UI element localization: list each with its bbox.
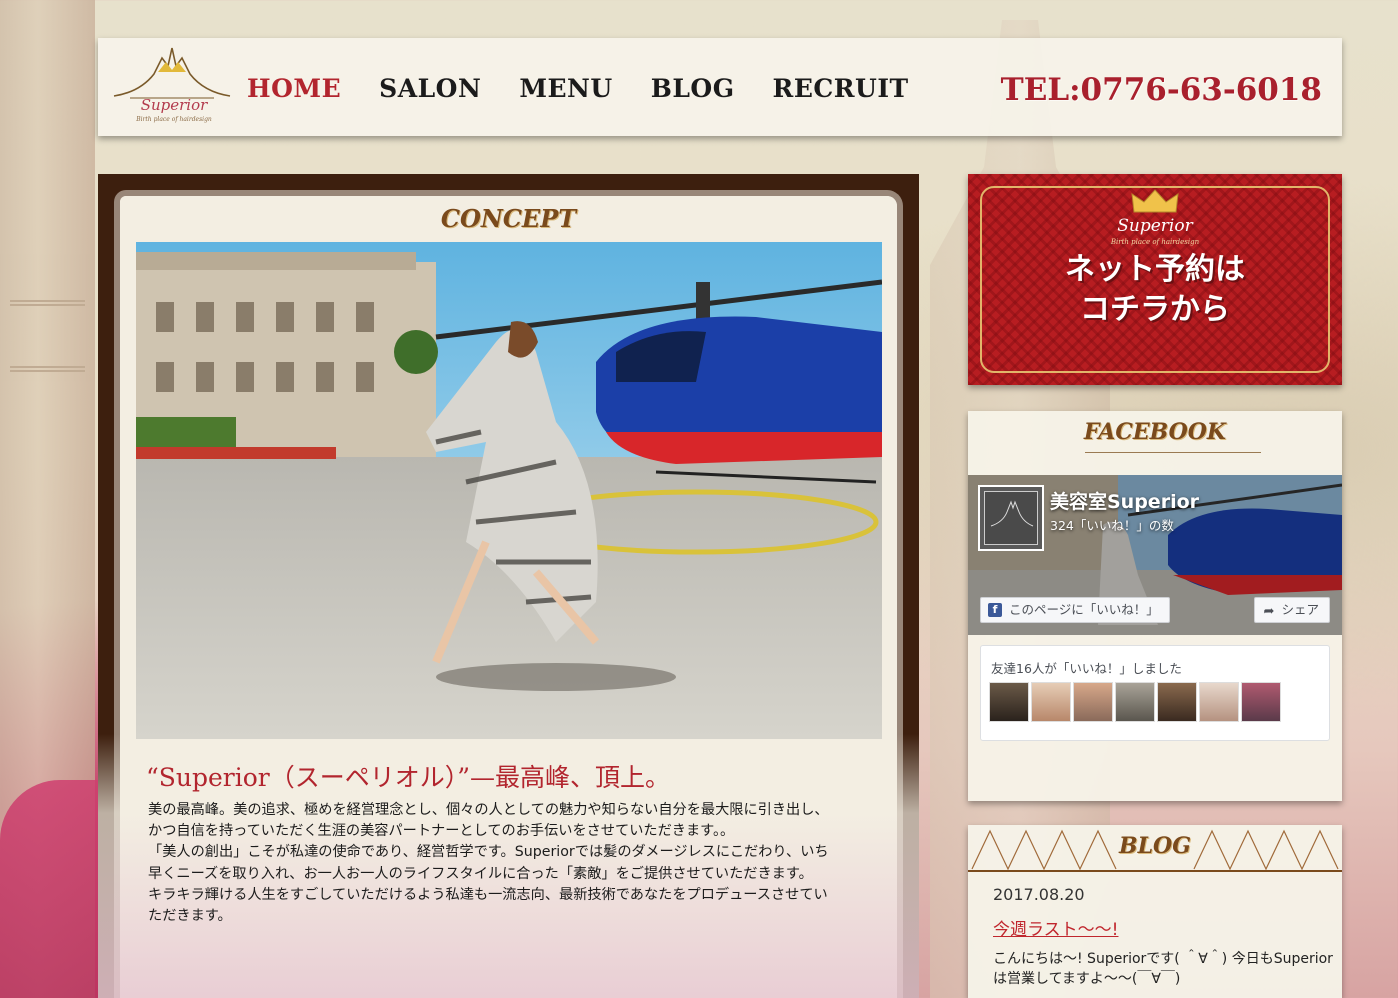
banner-logo-tagline: Birth place of hairdesign xyxy=(1110,238,1200,246)
friend-avatar[interactable] xyxy=(1031,682,1071,722)
concept-title: CONCEPT xyxy=(440,204,577,233)
facebook-panel: FACEBOOK 美容室Superior 324「いいね！」の数 f このページ… xyxy=(968,411,1342,801)
net-reservation-banner[interactable]: Superior Birth place of hairdesign ネット予約… xyxy=(968,174,1342,385)
friend-avatar[interactable] xyxy=(1115,682,1155,722)
nav-blog[interactable]: BLOG xyxy=(651,74,735,103)
banner-logo-text: Superior xyxy=(1117,216,1193,236)
crown-icon xyxy=(990,500,1034,527)
blog-post-link[interactable]: 今週ラスト〜〜! xyxy=(993,915,1118,940)
like-button-label: このページに「いいね！」 xyxy=(1009,602,1159,617)
facebook-avatar[interactable] xyxy=(978,485,1044,551)
main-nav: HOME SALON MENU BLOG RECRUIT xyxy=(247,74,909,103)
phone-number[interactable]: TEL:0776-63-6018 xyxy=(1001,72,1322,108)
concept-body: 美の最高峰。美の追求、極めを経営理念とし、個々の人としての魅力や知らない自分を最… xyxy=(148,800,838,927)
banner-line-2: コチラから xyxy=(1080,292,1230,327)
facebook-like-button[interactable]: f このページに「いいね！」 xyxy=(980,597,1170,623)
logo-tagline: Birth place of hairdesign xyxy=(136,116,212,123)
nav-salon[interactable]: SALON xyxy=(379,74,481,103)
crown-icon xyxy=(1131,189,1179,213)
friend-avatar[interactable] xyxy=(1073,682,1113,722)
facebook-page-name[interactable]: 美容室Superior xyxy=(1050,487,1199,514)
blog-post-excerpt: こんにちは〜! Superiorです( ＾∀＾) 今日もSuperiorは営業し… xyxy=(993,951,1333,987)
blog-post-date: 2017.08.20 xyxy=(993,885,1085,904)
divider xyxy=(1085,452,1261,453)
crown-icon xyxy=(113,47,231,99)
facebook-friends-box: 友達16人が「いいね！」しました xyxy=(980,645,1330,741)
concept-paragraph: 「美人の創出」こそが私達の使命であり、経営哲学です。Superiorでは髪のダメ… xyxy=(148,844,829,882)
facebook-page-plugin[interactable]: 美容室Superior 324「いいね！」の数 f このページに「いいね！」 ➦… xyxy=(968,475,1342,635)
banner-line-1: ネット予約は xyxy=(1065,252,1245,287)
concept-paragraph: 美の最高峰。美の追求、極めを経営理念とし、個々の人としての魅力や知らない自分を最… xyxy=(148,802,829,840)
facebook-share-button[interactable]: ➦ シェア xyxy=(1254,597,1330,623)
banner-text: ネット予約は コチラから xyxy=(968,250,1342,330)
concept-section: CONCEPT “Superior（スーペリオル）”—最高峰、頂上。 美の最高峰… xyxy=(98,174,919,998)
friend-avatar[interactable] xyxy=(1241,682,1281,722)
facebook-title: FACEBOOK xyxy=(1083,419,1227,445)
blog-panel: BLOG 2017.08.20 今週ラスト〜〜! こんにちは〜! Superio… xyxy=(968,825,1342,998)
friend-avatar[interactable] xyxy=(989,682,1029,722)
friend-avatar[interactable] xyxy=(1199,682,1239,722)
site-header: Superior Birth place of hairdesign HOME … xyxy=(98,38,1342,136)
site-logo[interactable]: Superior Birth place of hairdesign xyxy=(110,44,234,130)
nav-home[interactable]: HOME xyxy=(247,74,341,103)
logo-text: Superior xyxy=(140,96,208,114)
nav-menu[interactable]: MENU xyxy=(519,74,612,103)
facebook-like-count: 324「いいね！」の数 xyxy=(1050,518,1174,533)
hero-image xyxy=(136,242,882,739)
concept-headline: “Superior（スーペリオル）”—最高峰、頂上。 xyxy=(146,763,671,792)
friend-avatars xyxy=(989,682,1281,722)
concept-paragraph: キラキラ輝ける人生をすごしていただけるよう私達も一流志向、最新技術であなたをプロ… xyxy=(148,886,828,925)
friends-like-text: 友達16人が「いいね！」しました xyxy=(991,661,1182,676)
share-icon: ➦ xyxy=(1263,604,1275,619)
hero-photo xyxy=(136,242,882,739)
blog-title: BLOG xyxy=(1118,833,1191,859)
facebook-icon: f xyxy=(988,603,1002,617)
share-button-label: シェア xyxy=(1281,602,1319,617)
avatar-image xyxy=(984,491,1038,545)
friend-avatar[interactable] xyxy=(1157,682,1197,722)
nav-recruit[interactable]: RECRUIT xyxy=(773,74,909,103)
